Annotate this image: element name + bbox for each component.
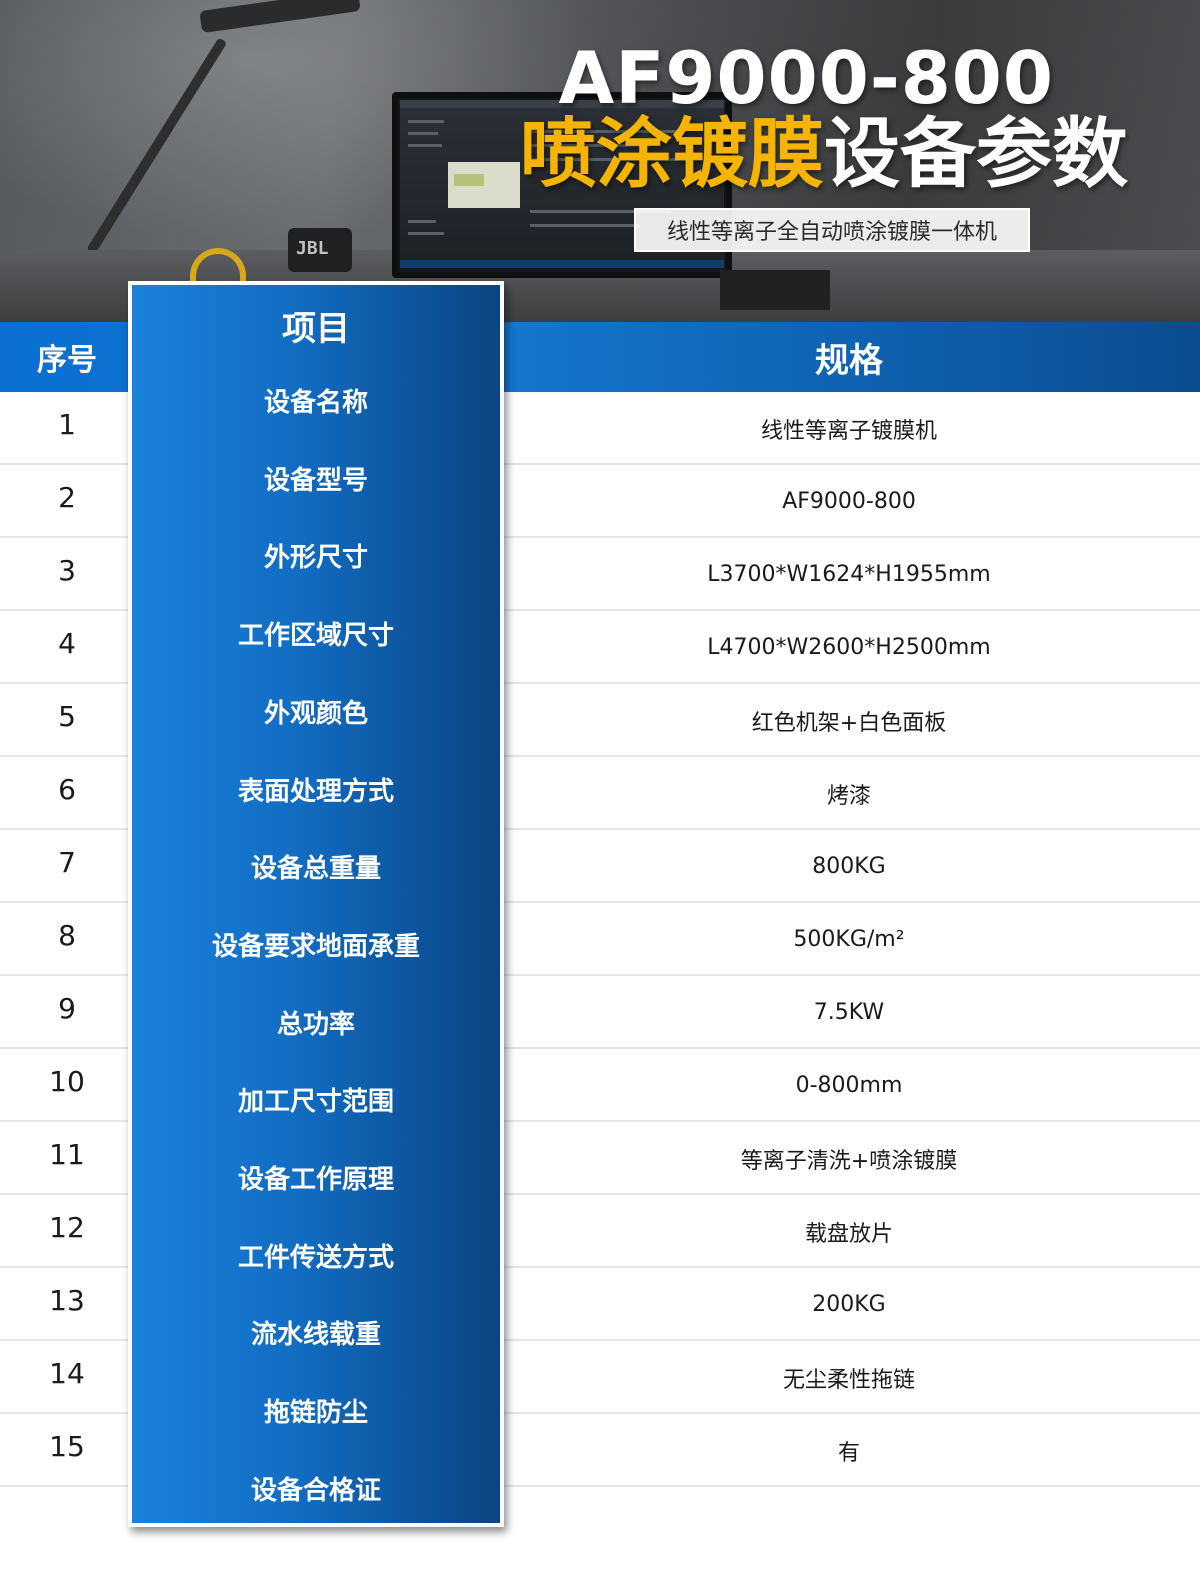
row-seq: 10: [49, 1064, 85, 1098]
row-seq: 11: [49, 1137, 85, 1171]
row-seq: 12: [49, 1210, 85, 1244]
row-spec: 200KG: [812, 1292, 886, 1317]
row-spec: 7.5KW: [813, 1000, 885, 1025]
row-seq: 6: [58, 772, 76, 806]
row-item: 拖链防尘: [263, 1397, 368, 1428]
row-spec: 等离子清洗+喷涂镀膜: [740, 1148, 958, 1174]
row-seq: 4: [58, 626, 76, 660]
row-item: 设备名称: [263, 387, 368, 418]
row-item: 设备要求地面承重: [211, 931, 420, 962]
row-item: 工件传送方式: [237, 1242, 394, 1273]
row-item: 设备总重量: [250, 853, 381, 884]
item-column-card: 项目 设备名称设备型号外形尺寸工作区域尺寸 外观颜色表面处理方式 设备总重量设备要求…: [128, 281, 504, 1527]
row-seq: 13: [49, 1283, 85, 1317]
row-spec: 无尘柔性拖链: [782, 1367, 915, 1393]
page-title: 喷涂镀膜设备参数: [520, 114, 1128, 194]
row-item: 外观颜色: [263, 698, 368, 729]
row-spec: 烤漆: [826, 783, 871, 809]
row-item: 流水线载重: [250, 1319, 381, 1350]
row-spec: 线性等离子镀膜机: [760, 418, 937, 444]
row-seq: 14: [49, 1356, 85, 1390]
row-item: 工作区域尺寸: [237, 620, 394, 651]
row-spec: 有: [837, 1440, 860, 1466]
row-spec: 0-800mm: [795, 1073, 903, 1098]
row-item: 设备合格证: [250, 1475, 381, 1506]
row-seq: 1: [58, 407, 76, 441]
row-item: 表面处理方式: [237, 776, 394, 807]
monitor-stand: [720, 270, 830, 310]
row-spec: 红色机架+白色面板: [751, 710, 947, 736]
row-spec: 载盘放片: [804, 1221, 893, 1247]
row-item: 外形尺寸: [263, 542, 368, 573]
title-rest: 设备参数: [824, 109, 1128, 198]
row-item: 设备工作原理: [237, 1164, 394, 1195]
row-seq: 15: [49, 1429, 85, 1463]
column-header-seq: 序号: [37, 343, 97, 378]
row-seq: 3: [58, 553, 76, 587]
banner-photo: JBL AF9000-800 喷涂镀膜设备参数 线性等离子全自动喷涂镀膜一体机: [0, 0, 1200, 322]
row-spec: 800KG: [812, 854, 886, 879]
subtitle-badge: 线性等离子全自动喷涂镀膜一体机: [634, 208, 1030, 252]
title-highlight: 喷涂镀膜: [520, 109, 824, 198]
column-header-item: 项目: [282, 308, 350, 349]
row-seq: 8: [58, 918, 76, 952]
row-spec: 500KG/m²: [793, 927, 905, 952]
row-item: 加工尺寸范围: [237, 1086, 394, 1117]
row-spec: L4700*W2600*H2500mm: [707, 635, 991, 660]
row-spec: AF9000-800: [782, 489, 916, 514]
row-seq: 5: [58, 699, 76, 733]
row-spec: L3700*W1624*H1955mm: [707, 562, 991, 587]
row-item: 设备型号: [263, 465, 368, 496]
row-seq: 2: [58, 480, 76, 514]
row-item: 总功率: [276, 1009, 355, 1040]
column-header-spec: 规格: [815, 340, 883, 381]
speaker-brand: JBL: [296, 238, 329, 259]
row-seq: 7: [58, 845, 76, 879]
page-title-model: AF9000-800: [558, 36, 1054, 120]
row-seq: 9: [58, 991, 76, 1025]
